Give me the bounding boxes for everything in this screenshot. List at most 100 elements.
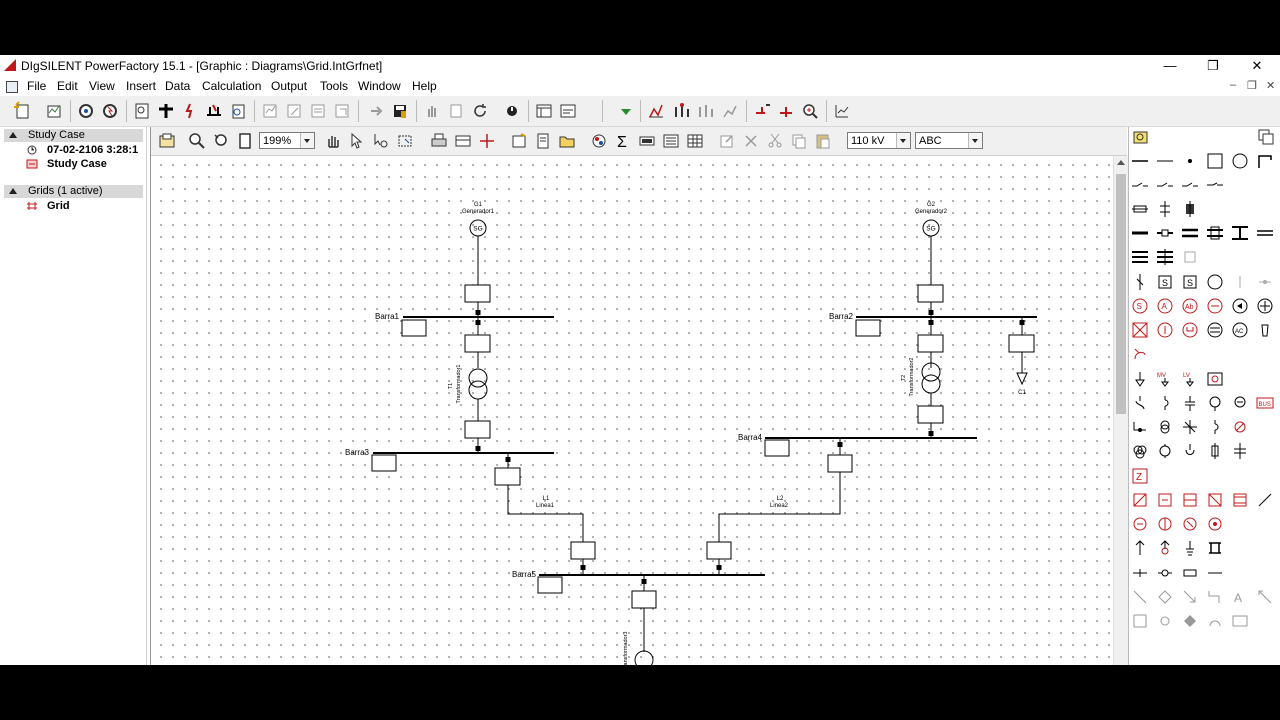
- menu-help[interactable]: Help: [412, 79, 437, 93]
- bus-label-icon[interactable]: BUS: [1256, 394, 1274, 412]
- battery-icon[interactable]: [1256, 321, 1274, 339]
- motor-driven-load-icon[interactable]: [1206, 370, 1224, 388]
- scroll-up-icon[interactable]: [1117, 160, 1125, 165]
- synchronous-generator-icon[interactable]: S: [1181, 273, 1199, 291]
- l2-start-box[interactable]: [827, 454, 853, 473]
- ct-icon[interactable]: [1156, 515, 1174, 533]
- paste-icon[interactable]: [813, 131, 833, 151]
- booster-icon[interactable]: [1206, 418, 1224, 436]
- study-case-date[interactable]: 07-02-2106 3:28:1: [47, 144, 138, 156]
- mdi-close-button[interactable]: ✕: [1266, 79, 1275, 92]
- barra2-result-box[interactable]: [855, 319, 881, 337]
- sg-generator-icon[interactable]: S: [1131, 297, 1149, 315]
- capacitor-icon[interactable]: [1181, 394, 1199, 412]
- chart-settings-icon[interactable]: [832, 101, 852, 121]
- asynchronous-machine-icon[interactable]: A: [1156, 297, 1174, 315]
- svs-icon[interactable]: [1231, 394, 1249, 412]
- shunt-icon[interactable]: [1131, 394, 1149, 412]
- draw-arrow-icon[interactable]: [1181, 588, 1199, 606]
- cubicle-icon[interactable]: [1206, 539, 1224, 557]
- circle-node-icon[interactable]: [1231, 152, 1249, 170]
- mdi-restore-button[interactable]: ❐: [1247, 79, 1257, 92]
- three-winding-transformer-icon[interactable]: [1181, 418, 1199, 436]
- rectangle-select-icon[interactable]: [395, 131, 415, 151]
- pwm-converter-icon[interactable]: [1206, 491, 1224, 509]
- mdi-minimize-button[interactable]: –: [1230, 79, 1236, 91]
- line-element-icon[interactable]: [1131, 273, 1149, 291]
- zoom-all-icon[interactable]: [235, 131, 255, 151]
- grounding-icon[interactable]: [1156, 539, 1174, 557]
- ac-voltage-source-icon[interactable]: [1156, 321, 1174, 339]
- surge-arrester-icon[interactable]: [1131, 539, 1149, 557]
- short-circuit-icon[interactable]: [100, 101, 120, 121]
- run-icon[interactable]: [366, 101, 386, 121]
- node-point-icon[interactable]: [1181, 152, 1199, 170]
- filter-icon[interactable]: [1206, 394, 1224, 412]
- trace-icon[interactable]: [696, 101, 716, 121]
- terminal-icon[interactable]: [1156, 152, 1174, 170]
- measurement-icon[interactable]: [1206, 515, 1224, 533]
- busbar-with-node-icon[interactable]: [1156, 224, 1174, 242]
- series-reactor-icon[interactable]: [1231, 418, 1249, 436]
- t2-hv-box[interactable]: [917, 334, 944, 353]
- motor-icon[interactable]: [1206, 297, 1224, 315]
- inverter-icon[interactable]: [1181, 491, 1199, 509]
- add-element-icon[interactable]: [752, 101, 772, 121]
- barra4-result-box[interactable]: [764, 439, 790, 457]
- autotransformer-icon[interactable]: [1131, 442, 1149, 460]
- minimize-button[interactable]: —: [1155, 57, 1185, 75]
- line-l1[interactable]: [507, 485, 584, 542]
- grids-header[interactable]: Grids (1 active): [4, 185, 143, 198]
- save-icon[interactable]: [390, 101, 410, 121]
- disconnector-icon[interactable]: [1206, 176, 1224, 194]
- menu-calculation[interactable]: Calculation: [202, 79, 261, 93]
- data-manager-icon[interactable]: [534, 101, 554, 121]
- draw-circle-icon[interactable]: [1156, 612, 1174, 630]
- t3-hv-box[interactable]: [631, 590, 657, 609]
- transformer-t2-winding-2[interactable]: [921, 374, 941, 394]
- grey-element-icon[interactable]: [1231, 273, 1249, 291]
- new-diagram-icon[interactable]: [509, 131, 529, 151]
- busbar-system-icon[interactable]: [1156, 200, 1174, 218]
- edit-diagram-icon[interactable]: [533, 131, 553, 151]
- sum-icon[interactable]: Σ: [613, 131, 633, 151]
- busbar-section-icon[interactable]: [1231, 224, 1249, 242]
- zoom-back-icon[interactable]: [211, 131, 231, 151]
- draw-text-icon[interactable]: A: [1231, 588, 1249, 606]
- drawing-tools-icon[interactable]: [477, 131, 497, 151]
- mdm-icon[interactable]: [1131, 345, 1149, 363]
- result-box-icon[interactable]: [637, 131, 657, 151]
- impedance-icon[interactable]: Z: [1131, 467, 1149, 485]
- undo-icon[interactable]: [502, 101, 522, 121]
- l1-end-box[interactable]: [570, 541, 596, 560]
- transformer-t1-winding-2[interactable]: [468, 380, 488, 400]
- output-window-icon[interactable]: [558, 101, 578, 121]
- grid-item[interactable]: Grid: [47, 200, 70, 212]
- simulation-icon[interactable]: [260, 101, 280, 121]
- barra5-result-box[interactable]: [537, 576, 563, 594]
- copy-icon[interactable]: [789, 131, 809, 151]
- topology-icon[interactable]: [672, 101, 692, 121]
- t2-lv-box[interactable]: [917, 405, 944, 424]
- layer-icon[interactable]: [453, 131, 473, 151]
- bay-icon[interactable]: [1206, 224, 1224, 242]
- static-var-icon[interactable]: [1131, 321, 1149, 339]
- draw-arc-icon[interactable]: [1206, 612, 1224, 630]
- g2-breaker-box[interactable]: [917, 284, 944, 303]
- freeze-mode-icon[interactable]: [1132, 128, 1150, 146]
- events-icon[interactable]: [308, 101, 328, 121]
- current-source-icon[interactable]: [1181, 321, 1199, 339]
- menu-output[interactable]: Output: [271, 79, 307, 93]
- pv-system-icon[interactable]: [1231, 297, 1249, 315]
- select-icon[interactable]: [347, 131, 367, 151]
- draw-polygon-icon[interactable]: [1156, 588, 1174, 606]
- series-element-icon[interactable]: [1231, 442, 1249, 460]
- zoom-combo[interactable]: 199%: [259, 132, 315, 149]
- scrollbar-thumb[interactable]: [1116, 174, 1126, 414]
- box-connector-icon[interactable]: [1181, 564, 1199, 582]
- add-node-icon[interactable]: [776, 101, 796, 121]
- vt-icon[interactable]: [1181, 515, 1199, 533]
- mv-load-icon[interactable]: MV: [1156, 370, 1174, 388]
- c1-breaker-box[interactable]: [1008, 334, 1035, 353]
- fuse-icon[interactable]: [1206, 442, 1224, 460]
